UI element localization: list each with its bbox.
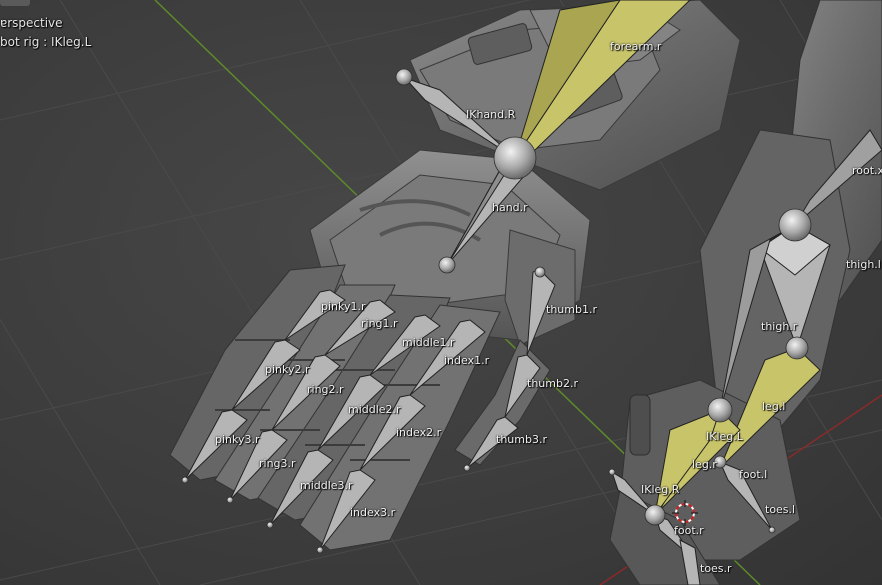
joint-ankle-l[interactable]: [713, 455, 727, 469]
joint-index3-tail[interactable]: [316, 546, 324, 554]
joint-hand-tail[interactable]: [438, 256, 456, 274]
joint-ikhand-tail[interactable]: [395, 68, 413, 86]
joint-middle3-tail[interactable]: [266, 521, 274, 529]
joint-hip[interactable]: [778, 208, 812, 242]
header-toggle-button[interactable]: [0, 0, 30, 6]
joint-thumb[interactable]: [534, 266, 546, 278]
joint-toes-l-tail[interactable]: [768, 526, 776, 534]
viewport-scene[interactable]: [0, 0, 882, 585]
joint-ikleg-r-tail[interactable]: [608, 468, 616, 476]
joint-knee-l[interactable]: [785, 336, 809, 360]
joint-knee-r[interactable]: [707, 397, 733, 423]
object-info-label: bot rig : IKleg.L: [0, 35, 92, 49]
joint-ring3-tail[interactable]: [226, 496, 234, 504]
joint-thumb3-tail[interactable]: [463, 464, 471, 472]
view-mode-label: ɐrspective: [0, 16, 63, 30]
3d-viewport[interactable]: ɐrspective bot rig : IKleg.L forearm.r IK…: [0, 0, 882, 585]
joint-pinky3-tail[interactable]: [181, 476, 189, 484]
joint-hand[interactable]: [493, 136, 537, 180]
joint-ankle-r[interactable]: [644, 504, 666, 526]
